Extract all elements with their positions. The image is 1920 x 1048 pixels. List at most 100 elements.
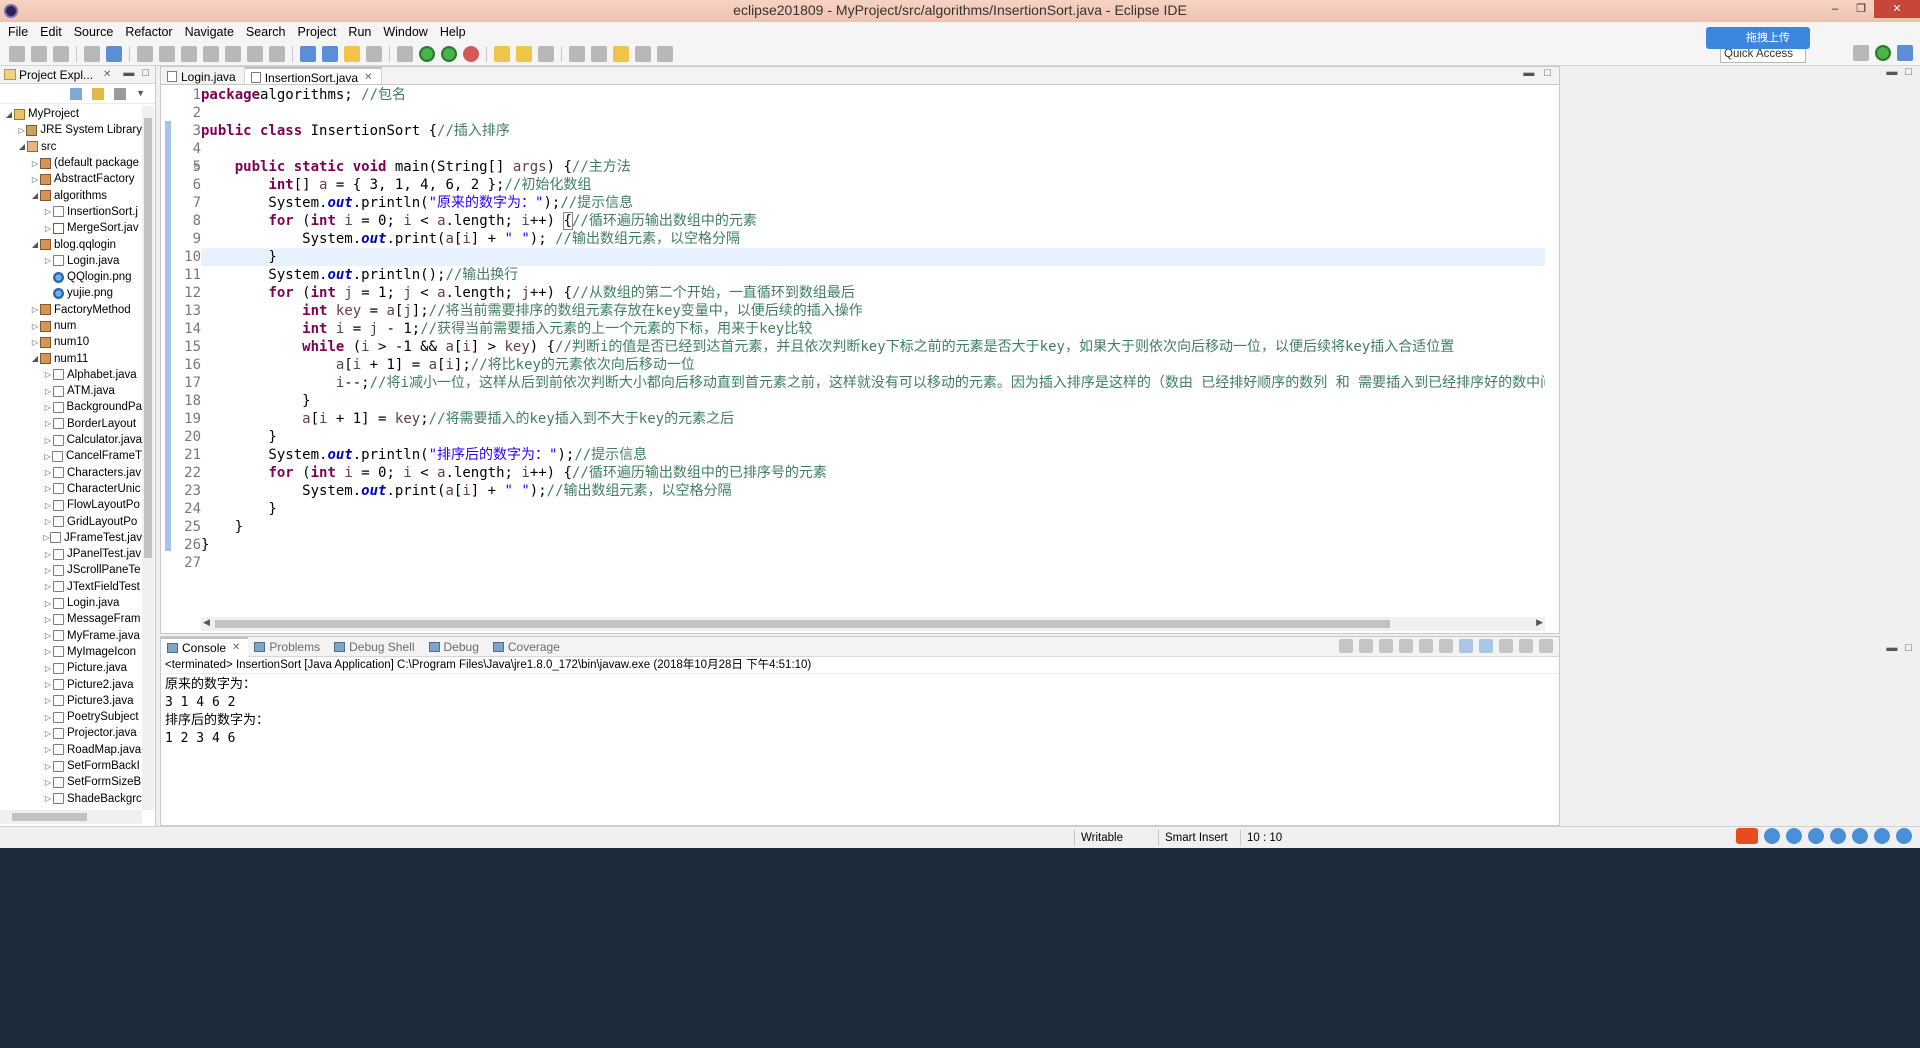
- tree-item[interactable]: ▷ MyImageIcon: [0, 644, 142, 660]
- collapsed-arrow-icon[interactable]: ▷: [43, 436, 53, 445]
- tree-item[interactable]: ▷ AbstractFactory: [0, 171, 142, 187]
- skin-icon[interactable]: [1874, 828, 1890, 844]
- tab-debug-shell[interactable]: Debug Shell: [328, 640, 422, 654]
- menu-refactor[interactable]: Refactor: [121, 25, 180, 39]
- collapsed-arrow-icon[interactable]: ▷: [43, 403, 53, 412]
- show-on-output-icon[interactable]: [1459, 639, 1473, 653]
- collapse-all-icon[interactable]: [70, 87, 83, 100]
- code-line[interactable]: System.out.println("排序后的数字为：");//提示信息: [201, 446, 1545, 464]
- code-area[interactable]: packagealgorithms; //包名 public class Inse…: [201, 86, 1545, 618]
- code-line[interactable]: }: [201, 518, 1545, 536]
- tree-item[interactable]: ▷ JRE System Library: [0, 122, 142, 138]
- close-icon[interactable]: ✕: [103, 69, 111, 80]
- code-line[interactable]: }: [201, 392, 1545, 410]
- keyboard-icon[interactable]: [1852, 828, 1868, 844]
- minimize-icon[interactable]: ▬: [1523, 67, 1534, 79]
- menu-edit[interactable]: Edit: [36, 25, 70, 39]
- tree-item[interactable]: ▷ InsertionSort.j: [0, 204, 142, 220]
- tree-item[interactable]: ▷ Login.java: [0, 595, 142, 611]
- tree-item[interactable]: ▷ JPanelTest.jav: [0, 546, 142, 562]
- code-line[interactable]: public static void main(String[] args) {…: [201, 158, 1545, 176]
- collapsed-arrow-icon[interactable]: ▷: [43, 794, 53, 803]
- menu-window[interactable]: Window: [379, 25, 435, 39]
- tree-item[interactable]: ▷ CharacterUnic: [0, 481, 142, 497]
- scroll-right-icon[interactable]: ▶: [1536, 617, 1543, 628]
- scroll-lock-icon[interactable]: [1419, 639, 1433, 653]
- collapsed-arrow-icon[interactable]: ▷: [43, 680, 53, 689]
- collapsed-arrow-icon[interactable]: ▷: [43, 468, 53, 477]
- remove-launch-icon[interactable]: [1359, 639, 1373, 653]
- minimize-icon[interactable]: ▬: [1886, 642, 1897, 654]
- open-console-icon[interactable]: [1539, 639, 1553, 653]
- code-line[interactable]: int key = a[j];//将当前需要排序的数组元素存放在key变量中，以…: [201, 302, 1545, 320]
- expanded-arrow-icon[interactable]: ◢: [30, 354, 40, 363]
- tree-item[interactable]: QQlogin.png: [0, 269, 142, 285]
- collapsed-arrow-icon[interactable]: ▷: [43, 566, 53, 575]
- debug-icon[interactable]: [397, 45, 413, 62]
- collapsed-arrow-icon[interactable]: ▷: [43, 533, 50, 542]
- collapsed-arrow-icon[interactable]: ▷: [43, 599, 53, 608]
- collapsed-arrow-icon[interactable]: ▷: [43, 419, 53, 428]
- maximize-icon[interactable]: □: [1544, 67, 1551, 79]
- tree-item[interactable]: ▷ MergeSort.jav: [0, 220, 142, 236]
- tree-item[interactable]: ▷ Picture3.java: [0, 693, 142, 709]
- code-line[interactable]: System.out.println();//输出换行: [201, 266, 1545, 284]
- collapsed-arrow-icon[interactable]: ▷: [43, 713, 53, 722]
- code-line[interactable]: public class InsertionSort {//插入排序: [201, 122, 1545, 140]
- editor-horizontal-scrollbar[interactable]: ◀ ▶: [201, 617, 1545, 631]
- open-perspective-icon[interactable]: [1853, 45, 1869, 61]
- tree-item[interactable]: ▷ JTextFieldTest: [0, 579, 142, 595]
- emoji-icon[interactable]: [1808, 828, 1824, 844]
- collapsed-arrow-icon[interactable]: ▷: [43, 762, 53, 771]
- console-output[interactable]: 原来的数字为： 3 1 4 6 2 排序后的数字为： 1 2 3 4 6: [161, 674, 1559, 748]
- menu-help[interactable]: Help: [436, 25, 474, 39]
- tree-item[interactable]: ▷ Picture2.java: [0, 676, 142, 692]
- upload-button[interactable]: 拖拽上传: [1706, 27, 1810, 49]
- print-icon[interactable]: [84, 45, 100, 62]
- collapsed-arrow-icon[interactable]: ▷: [43, 729, 53, 738]
- code-line[interactable]: }: [201, 428, 1545, 446]
- code-line[interactable]: System.out.println("原来的数字为：");//提示信息: [201, 194, 1545, 212]
- coverage-icon[interactable]: [441, 45, 457, 62]
- tree-item[interactable]: ▷ SetFormSizeB: [0, 774, 142, 790]
- java-ee-perspective-icon[interactable]: [1875, 45, 1891, 61]
- show-whitespace-icon[interactable]: [366, 45, 382, 62]
- collapsed-arrow-icon[interactable]: ▷: [43, 745, 53, 754]
- tree-item[interactable]: ◢ MyProject: [0, 106, 142, 122]
- tree-item[interactable]: ▷ num10: [0, 334, 142, 350]
- tab-console[interactable]: Console ✕: [161, 636, 249, 657]
- menu-search[interactable]: Search: [242, 25, 294, 39]
- block-selection-icon[interactable]: [322, 45, 338, 62]
- previous-annotation-icon[interactable]: [591, 45, 607, 62]
- expanded-arrow-icon[interactable]: ◢: [4, 110, 14, 119]
- input-method-icon[interactable]: [1736, 828, 1758, 844]
- display-console-icon[interactable]: [1519, 639, 1533, 653]
- next-annotation-icon[interactable]: [569, 45, 585, 62]
- collapsed-arrow-icon[interactable]: ▷: [43, 615, 53, 624]
- collapsed-arrow-icon[interactable]: ▷: [43, 647, 53, 656]
- menu-source[interactable]: Source: [70, 25, 122, 39]
- collapsed-arrow-icon[interactable]: ▷: [43, 387, 53, 396]
- code-line[interactable]: }: [201, 248, 1545, 266]
- tab-problems[interactable]: Problems: [248, 640, 328, 654]
- tree-item[interactable]: ▷ GridLayoutPo: [0, 513, 142, 529]
- tree-item[interactable]: yujie.png: [0, 285, 142, 301]
- code-line[interactable]: for (int i = 0; i < a.length; i++) {//循环…: [201, 212, 1545, 230]
- tab-project-explorer[interactable]: Project Expl... ✕: [0, 68, 115, 82]
- code-line[interactable]: int i = j - 1;//获得当前需要插入元素的上一个元素的下标，用来于k…: [201, 320, 1545, 338]
- tree-item[interactable]: ▷ Projector.java: [0, 725, 142, 741]
- tree-item[interactable]: ▷ SetFormBackI: [0, 758, 142, 774]
- collapsed-arrow-icon[interactable]: ▷: [43, 484, 53, 493]
- code-line[interactable]: System.out.print(a[i] + " ");//输出数组元素，以空…: [201, 482, 1545, 500]
- fold-toggle-icon[interactable]: ⊖: [193, 161, 201, 172]
- tree-item[interactable]: ▷ Characters.jav: [0, 465, 142, 481]
- collapsed-arrow-icon[interactable]: ▷: [43, 778, 53, 787]
- expanded-arrow-icon[interactable]: ◢: [17, 142, 27, 151]
- collapsed-arrow-icon[interactable]: ▷: [43, 550, 53, 559]
- view-menu-icon[interactable]: ▼: [136, 88, 145, 100]
- code-line[interactable]: packagealgorithms; //包名: [201, 86, 1545, 104]
- toggle-breadcrumb-icon[interactable]: [344, 45, 360, 62]
- minimize-icon[interactable]: ▬: [123, 67, 134, 79]
- collapsed-arrow-icon[interactable]: ▷: [30, 305, 40, 314]
- tree-item[interactable]: ▷ PoetrySubject: [0, 709, 142, 725]
